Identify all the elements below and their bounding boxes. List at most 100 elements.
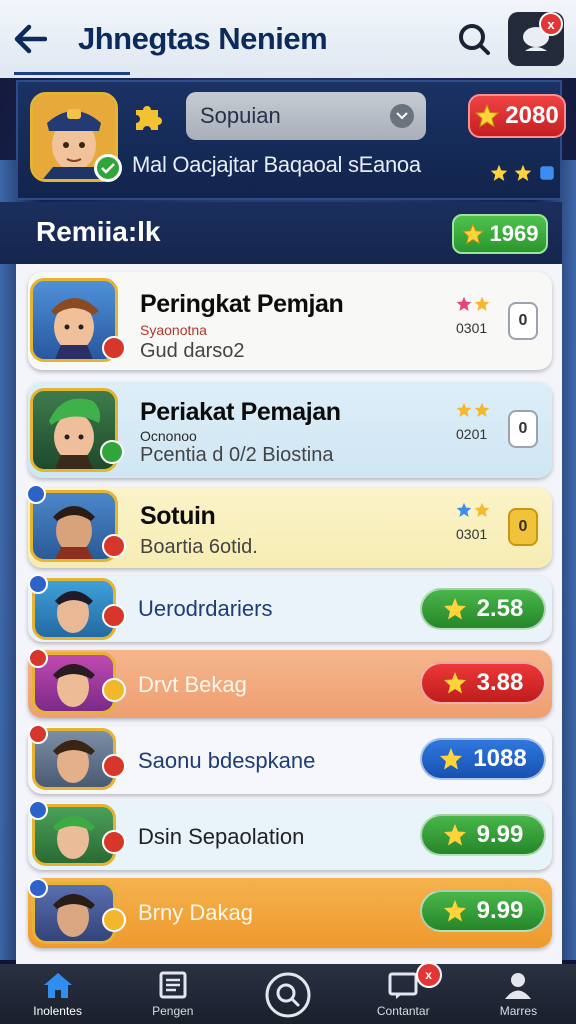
score-value: 1088 (473, 745, 527, 772)
verified-check-icon (94, 154, 122, 182)
rank-badge-icon (28, 724, 48, 744)
notification-badge: x (539, 12, 563, 36)
star-icon (443, 824, 466, 846)
player-name: Saonu bdespkane (138, 748, 316, 773)
nav-profile[interactable]: Marres (461, 964, 576, 1024)
score-value: 3.88 (476, 669, 524, 696)
verified-check-icon (100, 440, 124, 464)
score-badge[interactable]: 9.99 (420, 814, 546, 856)
player-select-value: Sopuian (200, 103, 281, 128)
player-level: 0201 (456, 426, 488, 442)
profile-icon (505, 973, 532, 999)
player-subtitle: Pcentia d 0/2 Biostina (140, 444, 334, 466)
rating-stars (456, 296, 490, 312)
player-subtitle: Gud darso2 (140, 340, 245, 362)
coin-balance-value: 2080 (505, 102, 559, 129)
list-item[interactable]: Sotuin Boartia 6otid. 0301 0 (26, 484, 552, 568)
nav-search[interactable] (230, 964, 345, 1024)
star-icon (514, 164, 532, 181)
star-icon (456, 502, 472, 517)
puzzle-icon[interactable] (132, 102, 162, 132)
player-level: 0301 (456, 320, 488, 336)
rank-badge-icon (28, 800, 48, 820)
nav-notification-badge: x (415, 962, 442, 988)
list-item[interactable]: Saonu bdespkane 1088 (28, 724, 552, 794)
score-value: 2.58 (476, 595, 524, 622)
nav-label: Inolentes (33, 1004, 82, 1018)
cards-icon (159, 971, 187, 999)
player-tag: Ocnonoo (140, 428, 197, 444)
player-name: Uerodrdariers (138, 596, 273, 621)
ranking-header: Remiia:lk 1969 (0, 202, 562, 264)
nav-home[interactable]: Inolentes (0, 964, 115, 1024)
search-icon (459, 24, 490, 55)
player-name: Periakat Pemajan (140, 398, 341, 426)
player-level: 0301 (456, 526, 488, 542)
nav-contacts[interactable]: x Contantar (346, 962, 461, 1024)
profile-stars (490, 164, 556, 182)
player-name: Brny Dakag (138, 900, 253, 925)
rank-badge-icon (28, 574, 48, 594)
heart-badge-icon (102, 830, 126, 854)
puzzle-piece-icon (540, 166, 554, 180)
ranking-title: Remiia:lk (36, 216, 161, 247)
search-button[interactable] (452, 17, 496, 61)
list-item[interactable]: Brny Dakag 9.99 (28, 878, 552, 948)
nav-label: Marres (499, 1004, 538, 1018)
star-icon (443, 598, 466, 620)
star-icon (474, 296, 490, 311)
home-icon (43, 973, 72, 998)
star-icon (443, 900, 466, 922)
heart-badge-icon (102, 908, 126, 932)
star-icon (474, 402, 490, 417)
list-item[interactable]: Uerodrdariers 2.58 (28, 574, 552, 642)
coin-balance[interactable]: 2080 (468, 94, 566, 138)
star-icon (474, 502, 490, 517)
score-value: 9.99 (476, 897, 524, 924)
star-icon (461, 223, 484, 245)
heart-badge-icon (102, 604, 126, 628)
star-icon (475, 104, 500, 128)
star-icon (490, 164, 508, 181)
back-arrow-icon (14, 24, 47, 54)
rank-badge-icon (26, 484, 46, 504)
score-badge[interactable]: 2.58 (420, 588, 546, 630)
nav-cards[interactable]: Pengen (115, 964, 230, 1024)
heart-badge-icon (102, 336, 126, 360)
player-name: Dsin Sepaolation (138, 824, 305, 849)
rating-stars (456, 502, 490, 518)
score-value: 9.99 (476, 821, 524, 848)
player-subtitle: Boartia 6otid. (140, 536, 258, 558)
ranking-total-badge[interactable]: 1969 (452, 214, 548, 254)
ranking-total-value: 1969 (489, 221, 539, 246)
chevron-down-icon (390, 104, 414, 128)
rank-badge-icon (28, 878, 48, 898)
player-select-field[interactable]: Sopuian (186, 92, 426, 140)
star-icon (456, 402, 472, 417)
page-title: Jhnegtas Neniem (78, 21, 328, 56)
rating-stars (456, 402, 490, 418)
lock-icon[interactable]: 0 (508, 508, 538, 546)
bottom-navigation: Inolentes Pengen x Contantar Marres (0, 962, 576, 1024)
heart-badge-icon (102, 678, 126, 702)
nav-label: Pengen (152, 1004, 194, 1018)
player-name: Drvt Bekag (138, 672, 247, 697)
title-underline (14, 72, 130, 75)
player-name: Sotuin (140, 502, 216, 530)
list-item[interactable]: Drvt Bekag 3.88 (28, 648, 552, 718)
profile-card: Sopuian 2080 Mal Oacjajtar Baqaoal sEano… (16, 80, 566, 200)
nav-label: Contantar (376, 1004, 430, 1018)
back-button[interactable] (0, 0, 60, 78)
lock-icon[interactable]: 0 (508, 410, 538, 448)
star-icon (456, 296, 472, 311)
score-badge[interactable]: 1088 (420, 738, 546, 780)
ranking-list: Peringkat Pemjan Syaonotna Gud darso2 03… (16, 264, 562, 964)
star-icon (443, 672, 466, 694)
score-badge[interactable]: 3.88 (420, 662, 546, 704)
list-item[interactable]: Peringkat Pemjan Syaonotna Gud darso2 03… (28, 272, 552, 370)
search-icon (265, 972, 311, 1018)
score-badge[interactable]: 9.99 (420, 890, 546, 932)
list-item[interactable]: Dsin Sepaolation 9.99 (28, 800, 552, 870)
lock-icon[interactable]: 0 (508, 302, 538, 340)
list-item[interactable]: Periakat Pemajan Ocnonoo Pcentia d 0/2 B… (28, 382, 552, 478)
